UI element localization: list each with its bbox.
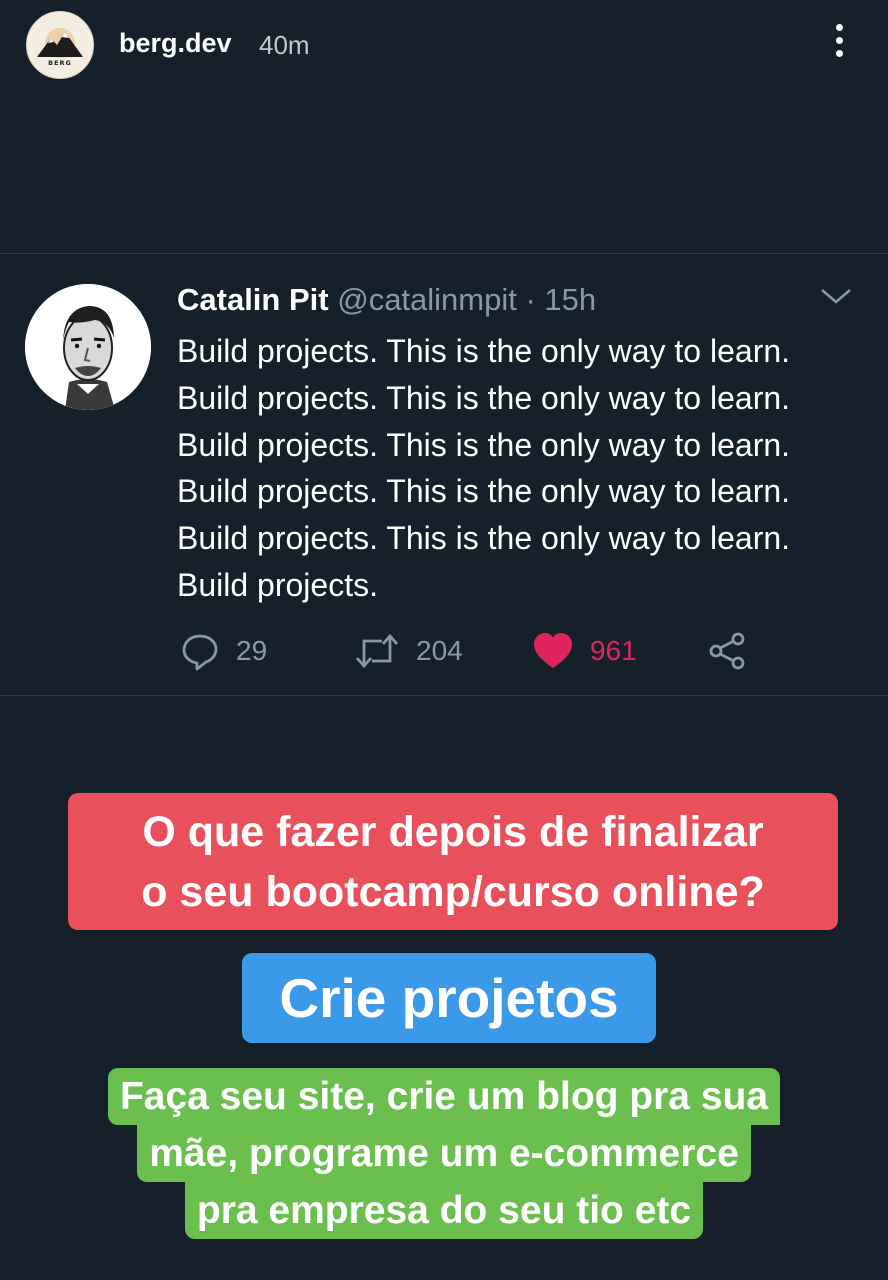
tweet-card: Catalin Pit @catalinmpit · 15h Build pro… <box>0 253 888 696</box>
author-avatar[interactable] <box>25 284 151 410</box>
more-vertical-icon[interactable] <box>828 24 850 64</box>
retweet-count: 204 <box>416 635 463 666</box>
story-time: 40m <box>259 30 310 60</box>
caption-suggestions-line: Faça seu site, crie um blog pra sua <box>107 1068 781 1125</box>
caption-question-line: O que fazer depois de finalizar <box>142 807 764 856</box>
caption-question: O que fazer depois de finalizar o seu bo… <box>68 793 838 930</box>
tweet-text-line: Build projects. <box>177 566 378 603</box>
like-count: 961 <box>590 635 637 666</box>
tweet-text-line: Build projects. This is the only way to … <box>177 333 791 369</box>
caption-suggestions: Faça seu site, crie um blog pra sua mãe,… <box>0 1068 888 1239</box>
tweet-text-line: Build projects. This is the only way to … <box>177 379 791 416</box>
tweet-text-line: Build projects. This is the only way to … <box>177 473 791 510</box>
tweet-text-line: Build projects. This is the only way to … <box>177 426 791 463</box>
caption-answer: Crie projetos <box>242 953 656 1043</box>
reply-icon <box>182 634 218 671</box>
caption-question-line: o seu bootcamp/curso online? <box>141 867 765 916</box>
retweet-icon <box>355 633 399 669</box>
story-username[interactable]: berg.dev <box>119 28 232 59</box>
tweet-header: Catalin Pit @catalinmpit · 15h <box>177 282 596 318</box>
berg-logo-icon[interactable]: BERG <box>26 11 94 79</box>
reply-count: 29 <box>236 635 268 666</box>
caption-suggestions-line: mãe, programe um e-commerce <box>137 1125 751 1182</box>
chevron-down-icon[interactable] <box>818 284 854 308</box>
share-icon <box>709 632 745 670</box>
tweet-text-line: Build projects. This is the only way to … <box>177 520 791 557</box>
retweet-button[interactable]: 204 <box>354 626 463 676</box>
tweet-text: Build projects. This is the only way to … <box>177 328 877 609</box>
caption-suggestions-line: pra empresa do seu tio etc <box>184 1182 704 1239</box>
reply-button[interactable]: 29 <box>180 626 267 676</box>
author-name[interactable]: Catalin Pit <box>177 282 329 317</box>
share-button[interactable] <box>708 626 748 676</box>
logo-text: BERG <box>48 59 72 67</box>
author-handle-time: @catalinmpit · 15h <box>337 282 597 317</box>
story-header: BERG berg.dev 40m <box>0 0 888 90</box>
heart-icon <box>534 633 572 668</box>
tweet-actions: 29 204 961 <box>0 626 888 676</box>
like-button[interactable]: 961 <box>532 626 637 676</box>
